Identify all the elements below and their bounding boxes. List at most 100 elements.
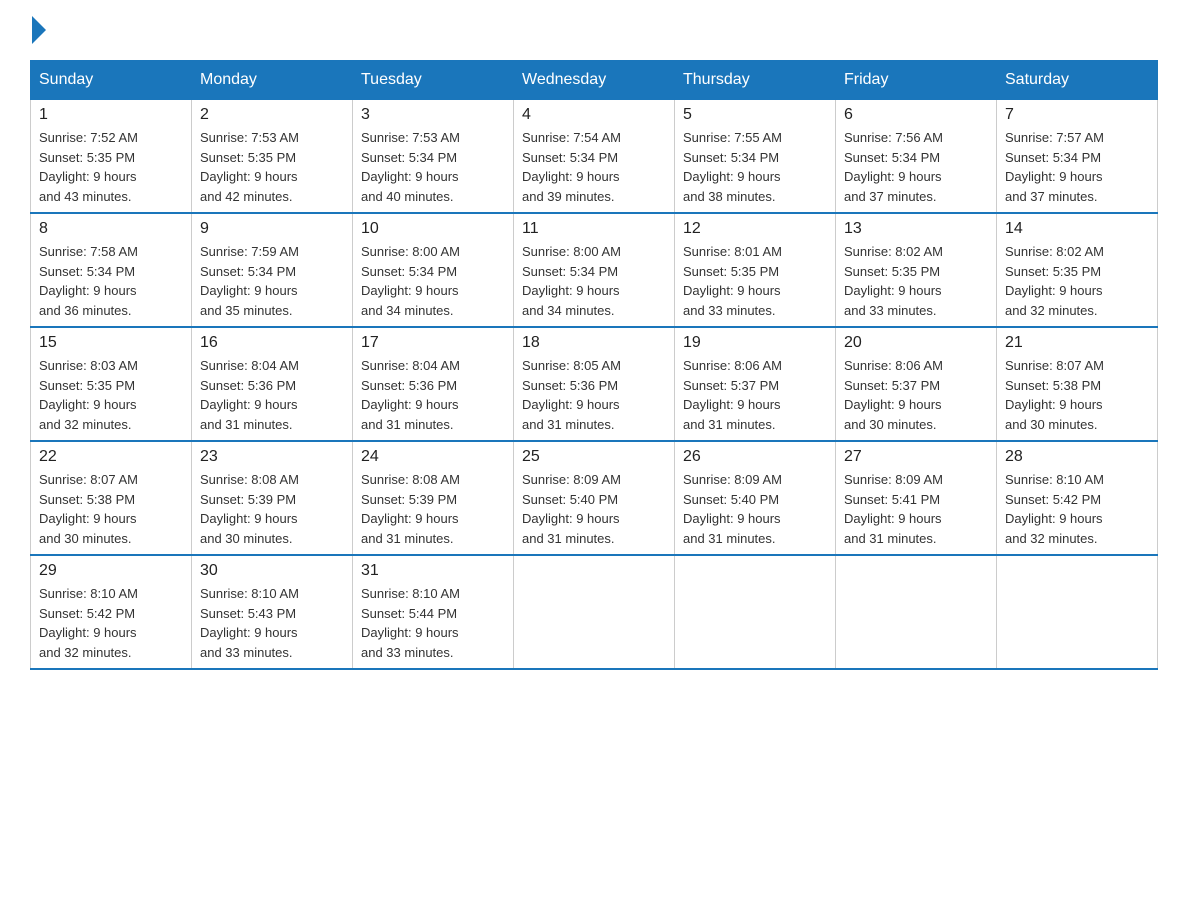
day-number: 5	[683, 106, 827, 124]
calendar-cell: 28 Sunrise: 8:10 AMSunset: 5:42 PMDayligh…	[997, 441, 1158, 555]
day-number: 26	[683, 448, 827, 466]
day-number: 12	[683, 220, 827, 238]
header-cell-monday: Monday	[192, 61, 353, 100]
day-info: Sunrise: 8:10 AMSunset: 5:42 PMDaylight:…	[1005, 470, 1149, 548]
day-number: 24	[361, 448, 505, 466]
calendar-cell: 29Sunrise: 8:10 AMSunset: 5:42 PMDayligh…	[31, 555, 192, 669]
day-number: 25	[522, 448, 666, 466]
calendar-cell: 25 Sunrise: 8:09 AMSunset: 5:40 PMDayligh…	[514, 441, 675, 555]
day-number: 13	[844, 220, 988, 238]
calendar-table: SundayMondayTuesdayWednesdayThursdayFrid…	[30, 60, 1158, 670]
calendar-cell: 26 Sunrise: 8:09 AMSunset: 5:40 PMDayligh…	[675, 441, 836, 555]
day-info: Sunrise: 8:02 AMSunset: 5:35 PMDaylight:…	[844, 242, 988, 320]
day-number: 23	[200, 448, 344, 466]
day-info: Sunrise: 8:10 AMSunset: 5:42 PMDaylight:…	[39, 584, 183, 662]
page-header	[30, 20, 1158, 40]
day-info: Sunrise: 8:10 AMSunset: 5:44 PMDaylight:…	[361, 584, 505, 662]
day-number: 18	[522, 334, 666, 352]
day-info: Sunrise: 8:04 AMSunset: 5:36 PMDaylight:…	[200, 356, 344, 434]
calendar-cell: 9 Sunrise: 7:59 AMSunset: 5:34 PMDaylight…	[192, 213, 353, 327]
calendar-header-row: SundayMondayTuesdayWednesdayThursdayFrid…	[31, 61, 1158, 100]
day-info: Sunrise: 8:09 AMSunset: 5:40 PMDaylight:…	[522, 470, 666, 548]
day-info: Sunrise: 8:07 AMSunset: 5:38 PMDaylight:…	[1005, 356, 1149, 434]
calendar-week-row: 29Sunrise: 8:10 AMSunset: 5:42 PMDayligh…	[31, 555, 1158, 669]
day-info: Sunrise: 8:01 AMSunset: 5:35 PMDaylight:…	[683, 242, 827, 320]
header-cell-tuesday: Tuesday	[353, 61, 514, 100]
calendar-cell: 6 Sunrise: 7:56 AMSunset: 5:34 PMDaylight…	[836, 100, 997, 214]
calendar-cell: 22 Sunrise: 8:07 AMSunset: 5:38 PMDayligh…	[31, 441, 192, 555]
calendar-cell: 16 Sunrise: 8:04 AMSunset: 5:36 PMDayligh…	[192, 327, 353, 441]
day-info: Sunrise: 7:53 AMSunset: 5:35 PMDaylight:…	[200, 128, 344, 206]
day-info: Sunrise: 7:52 AMSunset: 5:35 PMDaylight:…	[39, 128, 183, 206]
day-number: 3	[361, 106, 505, 124]
day-number: 4	[522, 106, 666, 124]
header-cell-thursday: Thursday	[675, 61, 836, 100]
calendar-cell: 17Sunrise: 8:04 AMSunset: 5:36 PMDayligh…	[353, 327, 514, 441]
day-info: Sunrise: 8:05 AMSunset: 5:36 PMDaylight:…	[522, 356, 666, 434]
calendar-cell	[514, 555, 675, 669]
day-number: 1	[39, 106, 183, 124]
calendar-cell: 31Sunrise: 8:10 AMSunset: 5:44 PMDayligh…	[353, 555, 514, 669]
day-info: Sunrise: 8:09 AMSunset: 5:41 PMDaylight:…	[844, 470, 988, 548]
calendar-cell: 1 Sunrise: 7:52 AMSunset: 5:35 PMDaylight…	[31, 100, 192, 214]
day-info: Sunrise: 7:53 AMSunset: 5:34 PMDaylight:…	[361, 128, 505, 206]
day-number: 27	[844, 448, 988, 466]
calendar-week-row: 1 Sunrise: 7:52 AMSunset: 5:35 PMDaylight…	[31, 100, 1158, 214]
logo	[30, 20, 46, 40]
day-info: Sunrise: 7:58 AMSunset: 5:34 PMDaylight:…	[39, 242, 183, 320]
calendar-cell	[675, 555, 836, 669]
calendar-cell: 2 Sunrise: 7:53 AMSunset: 5:35 PMDaylight…	[192, 100, 353, 214]
calendar-cell: 15Sunrise: 8:03 AMSunset: 5:35 PMDayligh…	[31, 327, 192, 441]
day-number: 8	[39, 220, 183, 238]
day-info: Sunrise: 8:02 AMSunset: 5:35 PMDaylight:…	[1005, 242, 1149, 320]
day-number: 15	[39, 334, 183, 352]
calendar-week-row: 22 Sunrise: 8:07 AMSunset: 5:38 PMDayligh…	[31, 441, 1158, 555]
day-info: Sunrise: 8:00 AMSunset: 5:34 PMDaylight:…	[522, 242, 666, 320]
calendar-cell: 19 Sunrise: 8:06 AMSunset: 5:37 PMDayligh…	[675, 327, 836, 441]
calendar-cell: 12 Sunrise: 8:01 AMSunset: 5:35 PMDayligh…	[675, 213, 836, 327]
day-info: Sunrise: 7:56 AMSunset: 5:34 PMDaylight:…	[844, 128, 988, 206]
day-number: 14	[1005, 220, 1149, 238]
day-info: Sunrise: 8:08 AMSunset: 5:39 PMDaylight:…	[200, 470, 344, 548]
logo-triangle-icon	[32, 16, 46, 44]
calendar-cell: 7 Sunrise: 7:57 AMSunset: 5:34 PMDaylight…	[997, 100, 1158, 214]
calendar-cell: 23 Sunrise: 8:08 AMSunset: 5:39 PMDayligh…	[192, 441, 353, 555]
calendar-cell: 13 Sunrise: 8:02 AMSunset: 5:35 PMDayligh…	[836, 213, 997, 327]
calendar-cell: 11 Sunrise: 8:00 AMSunset: 5:34 PMDayligh…	[514, 213, 675, 327]
day-number: 7	[1005, 106, 1149, 124]
calendar-cell: 18 Sunrise: 8:05 AMSunset: 5:36 PMDayligh…	[514, 327, 675, 441]
day-number: 28	[1005, 448, 1149, 466]
header-cell-friday: Friday	[836, 61, 997, 100]
day-info: Sunrise: 8:09 AMSunset: 5:40 PMDaylight:…	[683, 470, 827, 548]
calendar-cell: 14 Sunrise: 8:02 AMSunset: 5:35 PMDayligh…	[997, 213, 1158, 327]
day-info: Sunrise: 7:55 AMSunset: 5:34 PMDaylight:…	[683, 128, 827, 206]
day-number: 6	[844, 106, 988, 124]
day-number: 20	[844, 334, 988, 352]
header-cell-wednesday: Wednesday	[514, 61, 675, 100]
calendar-week-row: 8 Sunrise: 7:58 AMSunset: 5:34 PMDaylight…	[31, 213, 1158, 327]
header-cell-saturday: Saturday	[997, 61, 1158, 100]
day-number: 19	[683, 334, 827, 352]
day-number: 16	[200, 334, 344, 352]
day-number: 2	[200, 106, 344, 124]
day-info: Sunrise: 8:04 AMSunset: 5:36 PMDaylight:…	[361, 356, 505, 434]
calendar-cell: 4 Sunrise: 7:54 AMSunset: 5:34 PMDaylight…	[514, 100, 675, 214]
day-info: Sunrise: 8:10 AMSunset: 5:43 PMDaylight:…	[200, 584, 344, 662]
day-info: Sunrise: 7:57 AMSunset: 5:34 PMDaylight:…	[1005, 128, 1149, 206]
day-info: Sunrise: 8:07 AMSunset: 5:38 PMDaylight:…	[39, 470, 183, 548]
day-number: 11	[522, 220, 666, 238]
calendar-cell: 20Sunrise: 8:06 AMSunset: 5:37 PMDayligh…	[836, 327, 997, 441]
calendar-cell: 30Sunrise: 8:10 AMSunset: 5:43 PMDayligh…	[192, 555, 353, 669]
calendar-cell: 10Sunrise: 8:00 AMSunset: 5:34 PMDayligh…	[353, 213, 514, 327]
day-number: 9	[200, 220, 344, 238]
day-info: Sunrise: 8:06 AMSunset: 5:37 PMDaylight:…	[683, 356, 827, 434]
day-info: Sunrise: 8:08 AMSunset: 5:39 PMDaylight:…	[361, 470, 505, 548]
day-info: Sunrise: 7:59 AMSunset: 5:34 PMDaylight:…	[200, 242, 344, 320]
calendar-cell	[997, 555, 1158, 669]
calendar-cell: 21 Sunrise: 8:07 AMSunset: 5:38 PMDayligh…	[997, 327, 1158, 441]
calendar-cell	[836, 555, 997, 669]
day-number: 22	[39, 448, 183, 466]
calendar-cell: 24 Sunrise: 8:08 AMSunset: 5:39 PMDayligh…	[353, 441, 514, 555]
day-info: Sunrise: 7:54 AMSunset: 5:34 PMDaylight:…	[522, 128, 666, 206]
day-number: 21	[1005, 334, 1149, 352]
